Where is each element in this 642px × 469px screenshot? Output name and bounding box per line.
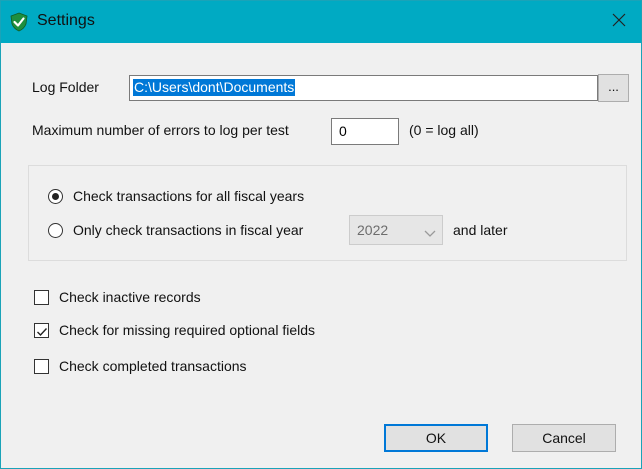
cancel-button[interactable]: Cancel xyxy=(512,424,616,452)
shield-check-icon xyxy=(9,12,29,32)
log-folder-label: Log Folder xyxy=(32,79,99,95)
log-folder-input[interactable]: C:\Users\dont\Documents xyxy=(129,75,598,101)
radio-all-fiscal-years-label[interactable]: Check transactions for all fiscal years xyxy=(73,188,304,204)
check-missing-fields-label[interactable]: Check for missing required optional fiel… xyxy=(59,322,315,338)
radio-selected-dot xyxy=(52,193,59,200)
chevron-down-icon xyxy=(424,225,436,243)
radio-all-fiscal-years[interactable] xyxy=(48,189,63,204)
fiscal-year-value: 2022 xyxy=(357,222,389,238)
max-errors-hint: (0 = log all) xyxy=(409,122,479,138)
check-inactive-records-checkbox[interactable] xyxy=(34,290,49,305)
fiscal-year-group xyxy=(28,165,627,261)
dialog-title: Settings xyxy=(37,12,95,29)
browse-button[interactable]: ... xyxy=(598,74,629,102)
and-later-label: and later xyxy=(453,222,508,238)
settings-dialog: Settings Log Folder C:\Users\dont\Docume… xyxy=(0,0,642,469)
check-completed-transactions-checkbox[interactable] xyxy=(34,359,49,374)
max-errors-label: Maximum number of errors to log per test xyxy=(32,122,289,138)
fiscal-year-select[interactable]: 2022 xyxy=(349,215,443,245)
radio-only-fiscal-year-label[interactable]: Only check transactions in fiscal year xyxy=(73,222,303,238)
check-missing-fields-checkbox[interactable] xyxy=(34,323,49,338)
title-bar[interactable]: Settings xyxy=(1,1,641,43)
check-completed-transactions-label[interactable]: Check completed transactions xyxy=(59,358,247,374)
log-folder-value: C:\Users\dont\Documents xyxy=(133,79,296,96)
max-errors-value: 0 xyxy=(339,123,347,139)
close-button[interactable] xyxy=(597,1,641,43)
ok-button[interactable]: OK xyxy=(384,424,488,452)
radio-only-fiscal-year[interactable] xyxy=(48,223,63,238)
checkmark-icon xyxy=(36,325,48,343)
close-icon xyxy=(612,13,626,32)
check-inactive-records-label[interactable]: Check inactive records xyxy=(59,289,201,305)
max-errors-input[interactable]: 0 xyxy=(331,118,399,145)
